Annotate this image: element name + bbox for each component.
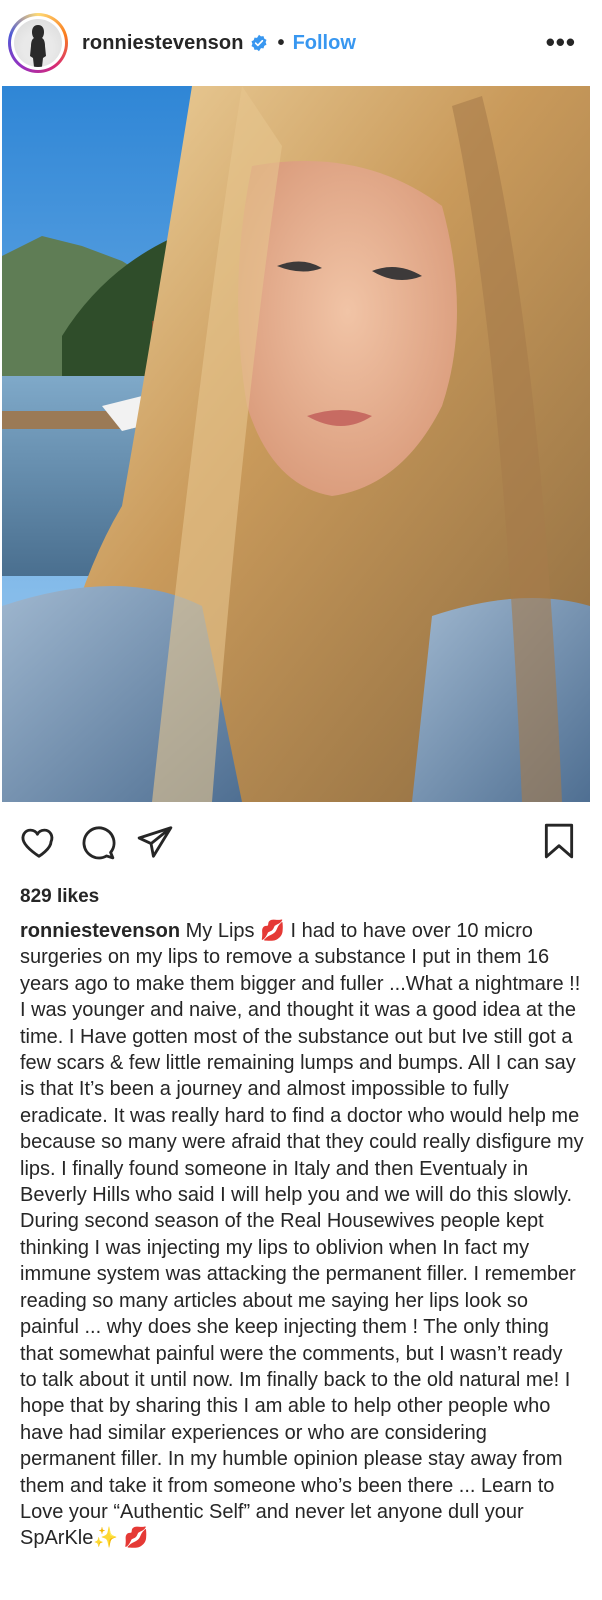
post-photo[interactable] (2, 86, 590, 802)
action-bar (0, 802, 602, 882)
heart-icon (21, 828, 54, 858)
username-link[interactable]: ronniestevenson (82, 32, 244, 55)
verified-badge-icon (251, 34, 267, 52)
share-button[interactable] (136, 823, 174, 861)
bookmark-icon (544, 823, 574, 859)
post-caption: ronniestevenson My Lips 💋 I had to have … (0, 918, 602, 1552)
post-header: ronniestevenson • Follow ••• (0, 0, 602, 86)
caption-text: My Lips 💋 I had to have over 10 micro su… (20, 920, 584, 1550)
more-options-button[interactable]: ••• (546, 29, 576, 55)
avatar[interactable] (8, 13, 68, 73)
avatar-silhouette-icon (30, 25, 46, 67)
likes-count[interactable]: 829 likes (0, 882, 602, 918)
separator-dot: • (277, 31, 285, 54)
comment-icon (82, 826, 116, 860)
save-button[interactable] (542, 822, 576, 860)
like-button[interactable] (20, 823, 58, 861)
send-icon (137, 826, 173, 858)
avatar-image (14, 19, 62, 67)
post-photo-illustration (2, 86, 590, 802)
username-row: ronniestevenson • Follow (82, 32, 356, 55)
comment-button[interactable] (78, 823, 116, 861)
caption-username[interactable]: ronniestevenson (20, 920, 180, 942)
avatar-ring-inner (11, 16, 65, 70)
follow-button[interactable]: Follow (293, 32, 356, 55)
